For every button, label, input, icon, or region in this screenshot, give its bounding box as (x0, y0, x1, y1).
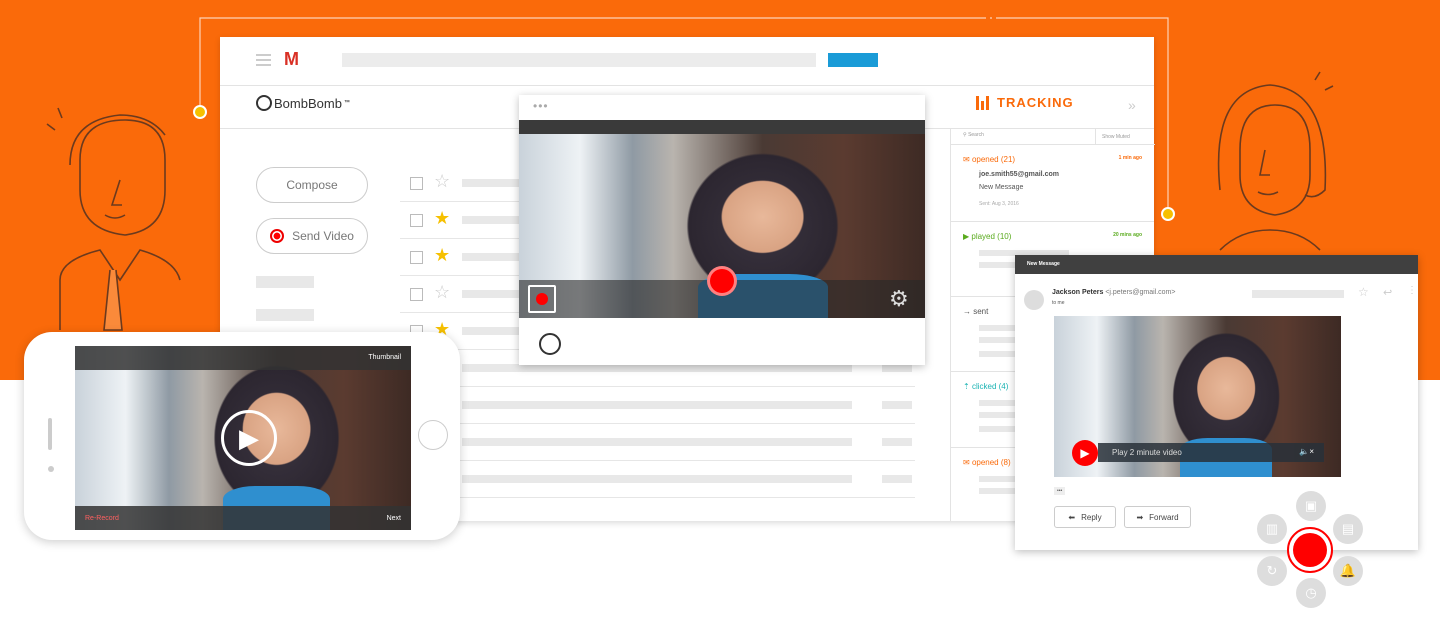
more-icon[interactable]: ••• (533, 99, 549, 113)
tracking-item-opened[interactable]: ✉ opened (21) 1 min ago joe.smith55@gmai… (951, 145, 1154, 222)
email-row[interactable] (400, 424, 915, 461)
woman-illustration (1217, 71, 1334, 251)
tracking-header: TRACKING (976, 95, 1074, 110)
analytics-icon[interactable]: ▥ (1257, 514, 1287, 544)
video-icon[interactable]: ▣ (1296, 491, 1326, 521)
gear-icon[interactable]: ⚙ (889, 286, 909, 312)
record-icon (270, 229, 285, 243)
star-icon: ☆ (434, 171, 451, 191)
document-icon[interactable]: ▤ (1333, 514, 1363, 544)
new-message-window: New Message Jackson Peters <j.peters@gma… (1015, 255, 1418, 550)
replay-icon[interactable]: ↻ (1257, 556, 1287, 586)
gmail-logo: M (284, 49, 299, 69)
play-icon[interactable]: ▶ (221, 410, 277, 466)
compose-button[interactable]: Compose (256, 167, 368, 203)
collapse-icon[interactable]: » (1128, 97, 1136, 113)
star-icon[interactable]: ☆ (1358, 285, 1369, 299)
play-button[interactable]: ▶ (1072, 440, 1098, 466)
mute-icon[interactable]: 🔈× (1299, 447, 1314, 456)
clock-icon[interactable]: ◷ (1296, 578, 1326, 608)
recorder-controls: ⚙ (519, 266, 925, 318)
phone: Thumbnail ▶ Re-Record Next (24, 332, 460, 540)
email-row[interactable] (400, 387, 915, 424)
show-trimmed-button[interactable]: ••• (1054, 487, 1066, 495)
search-button[interactable] (828, 53, 878, 67)
man-illustration (46, 107, 181, 331)
avatar (1024, 290, 1044, 310)
star-icon: ☆ (434, 282, 451, 302)
video-thumbnail[interactable]: Play 2 minute video 🔈× ▶ (1054, 316, 1341, 477)
record-button[interactable] (1287, 527, 1333, 573)
bombbomb-logo-icon (539, 333, 561, 355)
screen-record-button[interactable] (528, 285, 556, 313)
reply-button[interactable]: ⬅ Reply (1054, 506, 1116, 528)
search-bar[interactable] (342, 53, 816, 67)
phone-video: Thumbnail ▶ Re-Record Next (75, 346, 411, 530)
bar-chart-icon (976, 95, 989, 110)
show-muted-button[interactable]: Show Muted (1095, 129, 1136, 145)
next-button[interactable]: Next (387, 515, 401, 522)
bombbomb-logo: BombBomb ™ (256, 95, 350, 111)
email-row[interactable] (400, 461, 915, 498)
rerecord-button[interactable]: Re-Record (85, 515, 119, 522)
record-button[interactable] (707, 266, 737, 296)
star-icon: ★ (434, 208, 451, 228)
bell-icon[interactable]: 🔔 (1333, 556, 1363, 586)
hamburger-menu-icon[interactable] (256, 54, 271, 66)
search-input[interactable]: ⚲ Search (963, 132, 984, 138)
more-vertical-icon[interactable]: ⋮ (1407, 285, 1417, 296)
video-recorder-window: ••• ⚙ (519, 95, 925, 365)
reply-icon[interactable]: ↩ (1383, 286, 1392, 299)
send-video-button[interactable]: Send Video (256, 218, 368, 254)
thumbnail-button[interactable]: Thumbnail (368, 354, 401, 361)
star-icon: ★ (434, 245, 451, 265)
home-button[interactable] (418, 420, 448, 450)
forward-button[interactable]: ➡ Forward (1124, 506, 1191, 528)
